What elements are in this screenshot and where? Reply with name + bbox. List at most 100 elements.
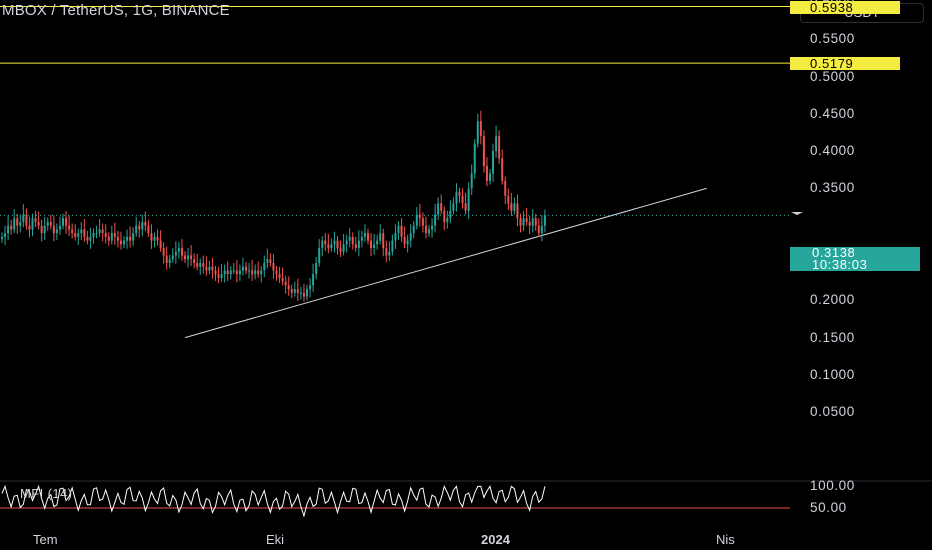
candle-body <box>522 218 525 226</box>
candle-body <box>220 274 223 278</box>
candle-body <box>330 244 333 249</box>
candle-body <box>251 270 254 275</box>
candle-body <box>162 248 165 256</box>
candle-body <box>13 218 16 230</box>
candle-body <box>113 233 116 237</box>
candle-body <box>132 233 135 241</box>
candle-body <box>431 225 434 230</box>
candle-body <box>278 274 281 278</box>
candle-body <box>135 225 138 234</box>
candle-body <box>513 203 516 211</box>
candle-body <box>495 136 498 152</box>
price-axis-label: 0.1500 <box>810 329 855 345</box>
candle-body <box>208 266 211 271</box>
candle-body <box>235 270 238 275</box>
candle-body <box>25 214 28 226</box>
candle-body <box>49 221 52 226</box>
candle-body <box>80 229 83 234</box>
candle-body <box>351 236 354 245</box>
candle-body <box>174 251 177 256</box>
trendline[interactable] <box>184 187 707 339</box>
candle-body <box>58 225 61 230</box>
candle-body <box>485 166 488 181</box>
candle-body <box>296 289 299 293</box>
candle-body <box>528 221 531 226</box>
candle-body <box>226 270 229 275</box>
candle-body <box>107 236 110 241</box>
candle-body <box>266 259 269 263</box>
candle-body <box>269 259 272 263</box>
candle-body <box>83 229 86 237</box>
candle-body <box>217 274 220 278</box>
candle-body <box>312 274 315 286</box>
candle-body <box>418 214 421 219</box>
candle-body <box>28 225 31 230</box>
candle-body <box>440 203 443 211</box>
candle-body <box>470 173 473 189</box>
current-price-badge: 0.3138 10:38:03 <box>790 246 920 272</box>
candle-body <box>141 221 144 230</box>
candle-body <box>260 270 263 275</box>
candle-body <box>153 236 156 241</box>
candle-body <box>74 233 77 237</box>
candle-body <box>315 263 318 275</box>
candle-body <box>467 188 470 211</box>
candle-body <box>504 180 507 196</box>
candle-body <box>165 255 168 263</box>
candle-body <box>357 240 360 249</box>
candle-body <box>68 225 71 230</box>
chart-canvas[interactable] <box>0 0 932 550</box>
candle-body <box>10 225 13 230</box>
candle-body <box>101 229 104 234</box>
candle-body <box>306 289 308 297</box>
candle-body <box>272 263 275 271</box>
price-axis-label: 0.2000 <box>810 292 855 308</box>
candle-body <box>501 158 504 181</box>
candle-body <box>98 229 101 234</box>
indicator-label[interactable]: MFI (14) <box>20 486 72 501</box>
candle-body <box>333 240 336 245</box>
candle-body <box>202 263 205 267</box>
candle-body <box>299 292 302 294</box>
candle-body <box>156 236 159 241</box>
price-axis-label: 0.1000 <box>810 366 855 382</box>
candle-body <box>437 203 440 215</box>
candle-body <box>19 221 22 226</box>
mfi-axis-label-100: 100.00 <box>810 478 855 493</box>
candle-body <box>464 203 467 211</box>
candle-body <box>476 121 479 144</box>
price-scale-marker-icon <box>791 212 803 215</box>
candle-body <box>92 233 95 237</box>
candle-body <box>284 281 287 286</box>
candle-body <box>241 266 244 271</box>
candle-body <box>455 192 458 204</box>
price-axis-label: 0.5500 <box>810 31 855 47</box>
candle-body <box>43 225 46 234</box>
candle-body <box>354 244 357 249</box>
candle-body <box>126 236 129 241</box>
candle-body <box>229 270 232 275</box>
candle-body <box>55 229 58 234</box>
candle-body <box>275 270 278 275</box>
time-axis-label: Nis <box>716 532 735 547</box>
candle-body <box>367 233 369 241</box>
candle-body <box>348 236 351 241</box>
candle-body <box>159 240 162 249</box>
candle-body <box>534 218 537 226</box>
candle-body <box>345 240 348 245</box>
candle-countdown: 10:38:03 <box>812 257 868 272</box>
candle-body <box>7 225 10 234</box>
candle-body <box>138 225 141 230</box>
candle-body <box>403 236 406 245</box>
candle-body <box>446 218 449 222</box>
candle-body <box>406 240 409 245</box>
candle-body <box>479 121 482 137</box>
candle-body <box>379 233 382 241</box>
candle-body <box>412 225 415 234</box>
candle-body <box>321 240 324 249</box>
candle-body <box>492 151 495 174</box>
candle-body <box>324 240 327 245</box>
candle-body <box>150 233 153 241</box>
candle-body <box>1 236 3 240</box>
candle-body <box>482 136 485 167</box>
